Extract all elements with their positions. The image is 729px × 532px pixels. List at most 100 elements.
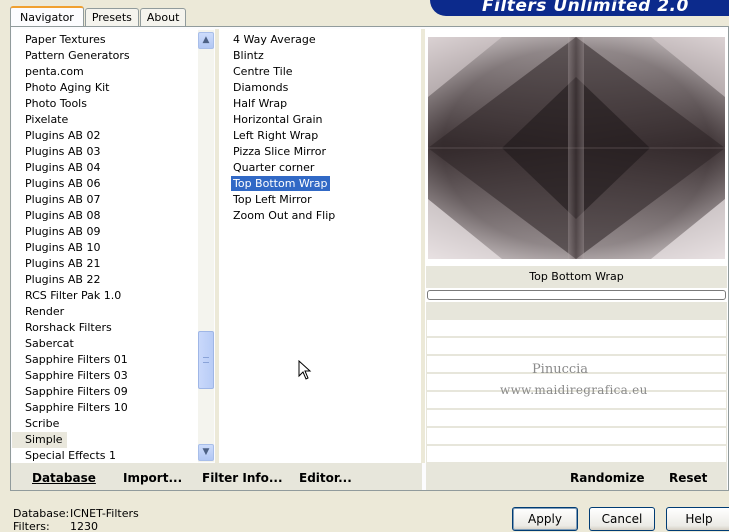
filter-item[interactable]: Zoom Out and Flip	[219, 208, 421, 224]
category-item[interactable]: Rorshack Filters	[12, 320, 198, 336]
filter-item[interactable]: Blintz	[219, 48, 421, 64]
category-item[interactable]: Sapphire Filters 09	[12, 384, 198, 400]
category-item[interactable]: Sapphire Filters 03	[12, 368, 198, 384]
category-item[interactable]: Plugins AB 21	[12, 256, 198, 272]
category-label: Plugins AB 08	[25, 209, 101, 222]
category-label: Pattern Generators	[25, 49, 130, 62]
database-info: Database:ICNET-Filters Filters: 1230	[13, 507, 139, 532]
category-item[interactable]: Sabercat	[12, 336, 198, 352]
scroll-down-button[interactable]: ▼	[198, 444, 214, 461]
filter-info-button[interactable]: Filter Info...	[202, 471, 283, 485]
filter-item[interactable]: Horizontal Grain	[219, 112, 421, 128]
app-banner: Filters Unlimited 2.0	[430, 0, 729, 16]
category-item[interactable]: Plugins AB 10	[12, 240, 198, 256]
category-item[interactable]: Pixelate	[12, 112, 198, 128]
category-label: Plugins AB 04	[25, 161, 101, 174]
tab-navigator[interactable]: Navigator	[10, 6, 84, 28]
category-item[interactable]: Plugins AB 22	[12, 272, 198, 288]
category-label: Photo Aging Kit	[25, 81, 110, 94]
scroll-up-button[interactable]: ▲	[198, 32, 214, 49]
cancel-button[interactable]: Cancel	[589, 507, 655, 531]
category-item[interactable]: Sapphire Filters 01	[12, 352, 198, 368]
category-label: Render	[25, 305, 65, 318]
tab-presets[interactable]: Presets	[84, 8, 139, 27]
category-label: Simple	[12, 432, 67, 448]
tab-bar: Navigator Presets About	[10, 5, 187, 28]
category-item[interactable]: Plugins AB 06	[12, 176, 198, 192]
category-item[interactable]: penta.com	[12, 64, 198, 80]
category-item[interactable]: Paper Textures	[12, 32, 198, 48]
parameter-slot	[427, 446, 726, 462]
category-label: penta.com	[25, 65, 84, 78]
category-item[interactable]: Plugins AB 08	[12, 208, 198, 224]
category-item[interactable]: Pattern Generators	[12, 48, 198, 64]
reset-button[interactable]: Reset	[669, 471, 707, 485]
filter-item[interactable]: 4 Way Average	[219, 32, 421, 48]
preview-graphic	[428, 37, 725, 259]
category-label: Paper Textures	[25, 33, 106, 46]
apply-button[interactable]: Apply	[512, 507, 578, 531]
parameter-slot	[427, 320, 726, 336]
current-filter-label: Top Bottom Wrap	[426, 266, 727, 288]
category-label: Plugins AB 10	[25, 241, 101, 254]
filter-item[interactable]: Left Right Wrap	[219, 128, 421, 144]
randomize-button[interactable]: Randomize	[570, 471, 644, 485]
category-item[interactable]: Plugins AB 03	[12, 144, 198, 160]
watermark-url: www.maidiregrafica.eu	[500, 383, 648, 397]
category-item[interactable]: Plugins AB 09	[12, 224, 198, 240]
category-item[interactable]: Render	[12, 304, 198, 320]
filter-item[interactable]: Quarter corner	[219, 160, 421, 176]
category-list[interactable]: Paper Textures Pattern Generators penta.co…	[12, 29, 198, 463]
category-scrollbar[interactable]: ▲ ▼	[198, 30, 214, 462]
database-button[interactable]: Database	[32, 471, 96, 485]
category-item[interactable]: Plugins AB 04	[12, 160, 198, 176]
category-label: Scribe	[25, 417, 60, 430]
category-item[interactable]: Special Effects 1	[12, 448, 198, 463]
category-item[interactable]: RCS Filter Pak 1.0	[12, 288, 198, 304]
category-label: Sapphire Filters 10	[25, 401, 128, 414]
category-item[interactable]: Simple	[12, 432, 198, 448]
navigator-toolbar: Database Import... Filter Info... Editor…	[11, 463, 422, 490]
category-item[interactable]: Photo Tools	[12, 96, 198, 112]
category-label: Plugins AB 02	[25, 129, 101, 142]
help-button[interactable]: Help	[666, 507, 729, 531]
filters-key: Filters:	[13, 520, 50, 532]
category-label: Sapphire Filters 01	[25, 353, 128, 366]
category-item[interactable]: Scribe	[12, 416, 198, 432]
category-label: Sapphire Filters 03	[25, 369, 128, 382]
parameter-slot	[427, 428, 726, 444]
category-item[interactable]: Plugins AB 02	[12, 128, 198, 144]
category-label: Plugins AB 21	[25, 257, 101, 270]
category-label: Sapphire Filters 09	[25, 385, 128, 398]
filter-item[interactable]: Half Wrap	[219, 96, 421, 112]
filter-label: Pizza Slice Mirror	[233, 145, 327, 158]
filter-label: 4 Way Average	[233, 33, 316, 46]
category-label: Plugins AB 06	[25, 177, 101, 190]
category-label: RCS Filter Pak 1.0	[25, 289, 122, 302]
filter-item[interactable]: Top Left Mirror	[219, 192, 421, 208]
category-label: Photo Tools	[25, 97, 87, 110]
category-label: Rorshack Filters	[25, 321, 112, 334]
filter-label: Blintz	[233, 49, 264, 62]
filter-item[interactable]: Pizza Slice Mirror	[219, 144, 421, 160]
category-label: Sabercat	[25, 337, 74, 350]
tab-about[interactable]: About	[139, 8, 187, 27]
filter-label: Half Wrap	[233, 97, 288, 110]
category-item[interactable]: Photo Aging Kit	[12, 80, 198, 96]
filter-list[interactable]: 4 Way Average Blintz Centre Tile Diamonds Ha…	[219, 29, 421, 463]
filter-label: Left Right Wrap	[233, 129, 319, 142]
import-button[interactable]: Import...	[123, 471, 182, 485]
category-item[interactable]: Sapphire Filters 10	[12, 400, 198, 416]
filters-count: 1230	[70, 520, 98, 532]
filter-item[interactable]: Centre Tile	[219, 64, 421, 80]
category-label: Special Effects 1	[25, 449, 117, 462]
filter-item[interactable]: Top Bottom Wrap	[219, 176, 421, 192]
category-label: Plugins AB 09	[25, 225, 101, 238]
parameter-slot	[427, 338, 726, 354]
scroll-thumb[interactable]	[198, 331, 214, 389]
editor-button[interactable]: Editor...	[299, 471, 352, 485]
chevron-down-icon: ▼	[202, 447, 210, 457]
filter-item[interactable]: Diamonds	[219, 80, 421, 96]
category-item[interactable]: Plugins AB 07	[12, 192, 198, 208]
watermark-name: Pinuccia	[531, 362, 589, 377]
